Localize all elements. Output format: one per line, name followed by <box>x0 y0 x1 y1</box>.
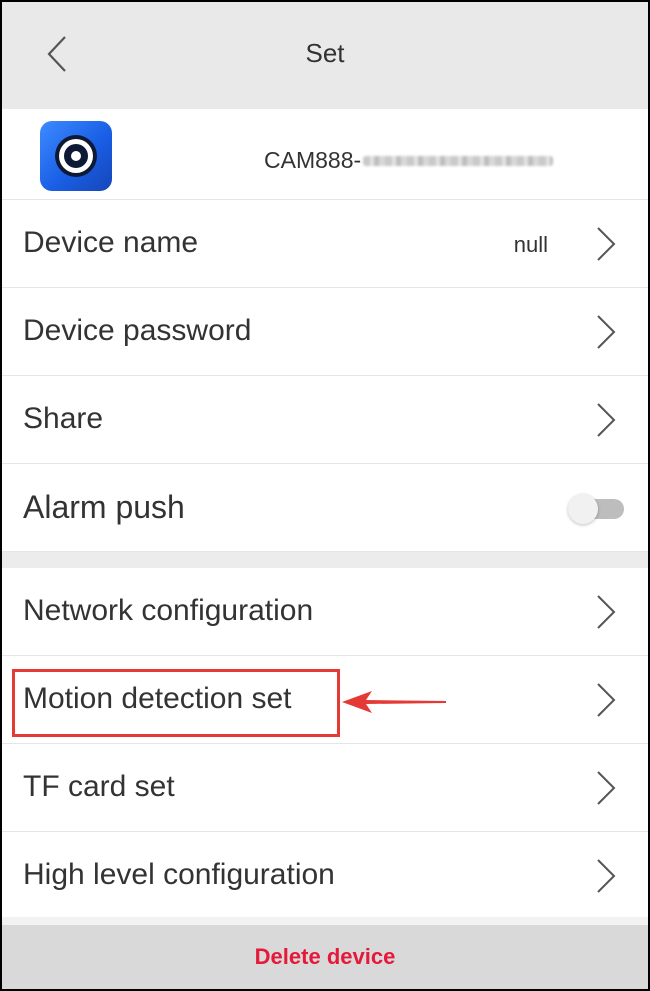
high-level-configuration-row[interactable]: High level configuration <box>2 832 648 919</box>
chevron-right-icon <box>597 595 616 629</box>
alarm-push-toggle[interactable] <box>568 494 628 524</box>
motion-detection-set-label: Motion detection set <box>23 682 292 715</box>
tf-card-set-row[interactable]: TF card set <box>2 744 648 832</box>
chevron-right-icon <box>597 771 616 805</box>
device-name-value: null <box>513 232 548 257</box>
delete-device-button[interactable]: Delete device <box>2 925 648 989</box>
device-name-label: Device name <box>23 226 199 259</box>
section-divider <box>2 552 648 568</box>
camera-eye-icon <box>40 121 112 191</box>
chevron-right-icon <box>597 315 616 349</box>
share-row[interactable]: Share <box>2 376 648 464</box>
chevron-right-icon <box>597 859 616 893</box>
footer-divider <box>2 917 648 925</box>
device-id-redacted <box>363 155 554 166</box>
chevron-right-icon <box>597 683 616 717</box>
page-title: Set <box>305 38 345 68</box>
share-label: Share <box>23 402 104 435</box>
network-configuration-row[interactable]: Network configuration <box>2 568 648 656</box>
delete-device-label: Delete device <box>254 944 396 969</box>
device-password-row[interactable]: Device password <box>2 288 648 376</box>
motion-detection-set-row[interactable]: Motion detection set <box>2 656 648 744</box>
phone-screen: Set CAM888- Device name null Device pass… <box>0 0 650 991</box>
top-bar: Set <box>2 2 648 109</box>
device-id-prefix: CAM888- <box>264 147 362 173</box>
chevron-right-icon <box>597 227 616 261</box>
alarm-push-row: Alarm push <box>2 464 648 552</box>
device-name-row[interactable]: Device name null <box>2 200 648 288</box>
high-level-configuration-label: High level configuration <box>23 858 335 891</box>
network-configuration-label: Network configuration <box>23 594 314 627</box>
device-header: CAM888- <box>2 109 648 200</box>
device-id: CAM888- <box>264 147 554 174</box>
toggle-knob <box>568 494 598 524</box>
chevron-right-icon <box>597 403 616 437</box>
tf-card-set-label: TF card set <box>23 770 175 803</box>
alarm-push-label: Alarm push <box>23 489 185 525</box>
device-password-label: Device password <box>23 314 252 347</box>
